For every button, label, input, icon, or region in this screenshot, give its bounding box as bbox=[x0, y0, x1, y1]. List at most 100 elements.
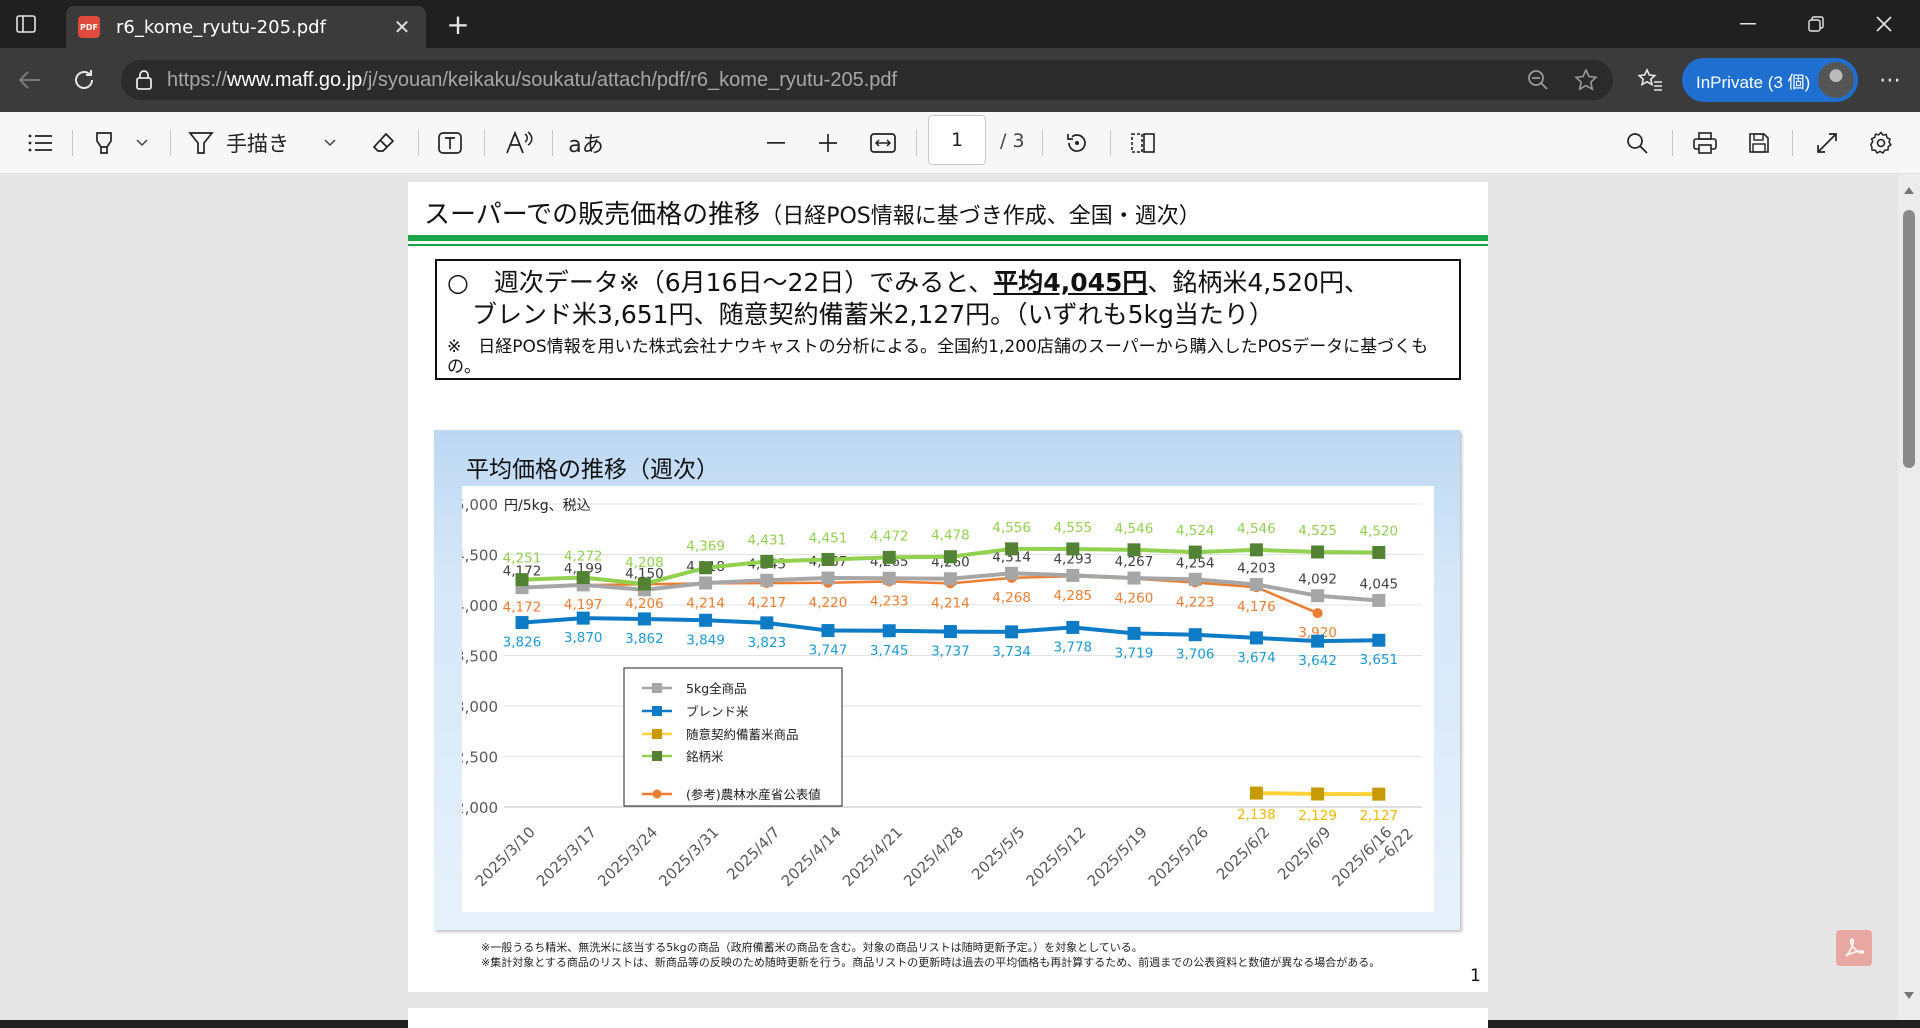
legend-label: (参考)農林水産省公表値 bbox=[686, 787, 821, 802]
y-tick-label: 5,000 bbox=[462, 496, 498, 514]
data-label: 4,233 bbox=[870, 593, 909, 609]
tab-close-icon[interactable]: ✕ bbox=[390, 15, 414, 39]
toolbar-divider bbox=[484, 130, 485, 156]
address-bar[interactable]: https://www.maff.go.jp/j/syouan/keikaku/… bbox=[121, 60, 1613, 100]
data-label: 4,220 bbox=[809, 595, 848, 611]
data-label: 4,203 bbox=[1237, 560, 1276, 576]
favorites-list-icon[interactable] bbox=[1630, 60, 1670, 100]
data-label: 3,719 bbox=[1115, 645, 1154, 661]
data-point bbox=[1311, 589, 1325, 603]
legend-marker bbox=[652, 706, 662, 716]
y-tick-label: 4,000 bbox=[462, 597, 498, 615]
new-tab-button[interactable]: + bbox=[440, 8, 476, 41]
scroll-up-icon[interactable] bbox=[1904, 186, 1914, 194]
lock-icon[interactable] bbox=[135, 70, 153, 90]
scrollbar-thumb[interactable] bbox=[1903, 210, 1915, 468]
data-point bbox=[1249, 631, 1263, 645]
data-point bbox=[699, 613, 713, 627]
draw-button[interactable]: 手描き bbox=[188, 127, 338, 159]
data-label: 3,737 bbox=[931, 644, 970, 660]
data-label: 4,214 bbox=[931, 595, 970, 611]
data-point bbox=[515, 616, 529, 630]
text-box-icon[interactable] bbox=[434, 127, 466, 159]
zoom-in-button[interactable] bbox=[812, 127, 844, 159]
acrobat-icon[interactable] bbox=[1836, 930, 1872, 966]
data-point bbox=[1188, 545, 1202, 559]
data-label: 4,369 bbox=[686, 539, 725, 555]
x-tick-label: 2025/5/5 bbox=[968, 823, 1028, 883]
data-point bbox=[760, 554, 774, 568]
data-label: 4,251 bbox=[503, 551, 542, 567]
highlight-icon[interactable] bbox=[90, 127, 120, 159]
toolbar-divider bbox=[916, 130, 917, 156]
back-icon[interactable] bbox=[10, 60, 50, 100]
data-point bbox=[1311, 545, 1325, 559]
search-icon[interactable] bbox=[1620, 127, 1654, 159]
legend-label: ブレンド米 bbox=[686, 704, 749, 719]
data-point bbox=[1005, 566, 1019, 580]
fit-width-icon[interactable] bbox=[866, 127, 900, 159]
favorite-star-icon[interactable] bbox=[1566, 60, 1606, 100]
print-icon[interactable] bbox=[1688, 127, 1722, 159]
page-number-input[interactable]: 1 bbox=[928, 115, 986, 165]
page-view-icon[interactable] bbox=[1126, 127, 1160, 159]
data-point bbox=[515, 573, 529, 587]
scroll-down-icon[interactable] bbox=[1904, 992, 1914, 1000]
tab-title: r6_kome_ryutu-205.pdf bbox=[116, 16, 326, 38]
eraser-icon[interactable] bbox=[368, 127, 400, 159]
summary-box: ○ 週次データ※（6月16日～22日）でみると、平均4,045円、銘柄米4,52… bbox=[435, 259, 1461, 380]
close-window-icon[interactable] bbox=[1856, 0, 1912, 48]
toolbar-divider bbox=[72, 130, 73, 156]
data-label: 3,674 bbox=[1237, 650, 1276, 666]
y-tick-label: 4,500 bbox=[462, 547, 498, 565]
page-title: スーパーでの販売価格の推移（日経POS情報に基づき作成、全国・週次） bbox=[424, 200, 1201, 230]
save-icon[interactable] bbox=[1742, 127, 1776, 159]
restore-icon[interactable] bbox=[1788, 0, 1844, 48]
inprivate-button[interactable]: InPrivate (3 個) bbox=[1682, 58, 1858, 102]
data-label: 2,129 bbox=[1298, 808, 1337, 824]
price-line-chart: 5,000 4,500 4,000 3,500 3,000 2,500 2,000 円/5kg… bbox=[455, 496, 1422, 901]
data-label: 3,651 bbox=[1359, 652, 1398, 668]
fullscreen-icon[interactable] bbox=[1810, 127, 1844, 159]
rotate-icon[interactable] bbox=[1060, 127, 1094, 159]
data-label: 4,172 bbox=[503, 600, 542, 616]
y-axis-label: 円/5kg、税込 bbox=[504, 498, 591, 514]
data-label: 4,092 bbox=[1298, 572, 1337, 588]
data-point bbox=[1311, 787, 1325, 801]
zoom-out-icon[interactable] bbox=[1518, 60, 1558, 100]
data-label: 2,127 bbox=[1359, 808, 1398, 824]
x-tick-label: 2025/6/2 bbox=[1213, 823, 1273, 883]
data-label: 4,223 bbox=[1176, 594, 1215, 610]
refresh-icon[interactable] bbox=[64, 60, 104, 100]
text-options-button[interactable]: aあ bbox=[568, 127, 604, 159]
data-label: 4,285 bbox=[1053, 588, 1092, 604]
tab-active[interactable]: PDF r6_kome_ryutu-205.pdf ✕ bbox=[66, 6, 426, 48]
data-point bbox=[1188, 572, 1202, 586]
more-options-icon[interactable]: ⋯ bbox=[1870, 60, 1910, 100]
chevron-down-icon[interactable] bbox=[318, 127, 342, 159]
footnote-1: ※一般うるち精米、無洗米に該当する5kgの商品（政府備蓄米の商品を含む。対象の商… bbox=[481, 941, 1143, 954]
data-point bbox=[1005, 625, 1019, 639]
x-tick-label: 2025/6/16~6/22 bbox=[1329, 813, 1417, 901]
data-point bbox=[1005, 542, 1019, 556]
minimize-icon[interactable] bbox=[1720, 0, 1776, 48]
summary-line-2: ブレンド米3,651円、随意契約備蓄米2,127円。（いずれも5kg当たり） bbox=[447, 300, 1274, 329]
data-point bbox=[943, 550, 957, 564]
data-point bbox=[882, 624, 896, 638]
read-aloud-icon[interactable] bbox=[502, 127, 536, 159]
zoom-out-button[interactable] bbox=[760, 127, 792, 159]
x-tick-label: 2025/5/26 bbox=[1145, 823, 1212, 890]
legend-label: 5kg全商品 bbox=[686, 681, 747, 696]
data-label: 4,451 bbox=[809, 530, 848, 546]
x-tick-label: 2025/5/19 bbox=[1084, 823, 1151, 890]
data-label: 2,138 bbox=[1237, 807, 1276, 823]
settings-gear-icon[interactable] bbox=[1864, 127, 1898, 159]
sidebar-toggle-icon[interactable] bbox=[0, 0, 52, 48]
data-point bbox=[1372, 545, 1386, 559]
y-tick-label: 3,500 bbox=[462, 648, 498, 666]
data-label: 3,862 bbox=[625, 631, 664, 647]
chevron-down-icon[interactable] bbox=[130, 127, 154, 159]
toolbar-divider bbox=[418, 130, 419, 156]
contents-icon[interactable] bbox=[24, 127, 56, 159]
data-point bbox=[1249, 543, 1263, 557]
